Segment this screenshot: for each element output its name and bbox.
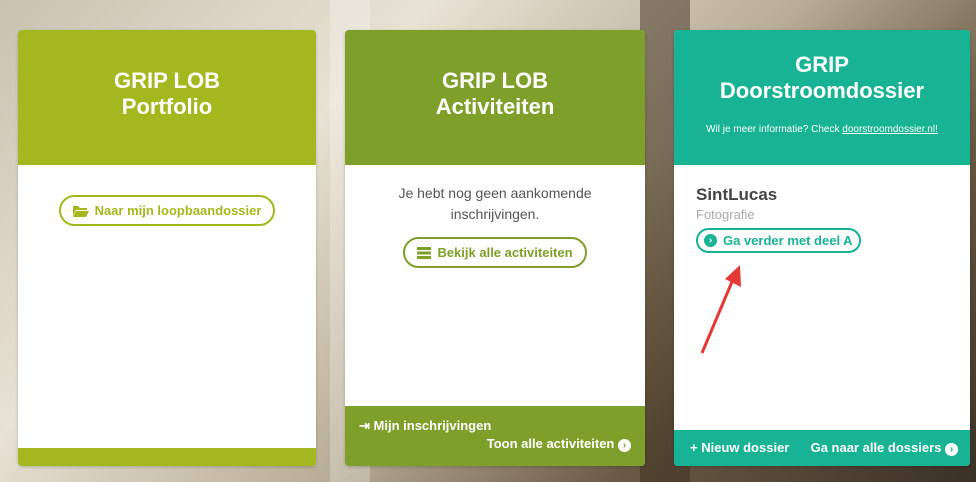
- ga-verder-label: Ga verder met deel A: [723, 233, 853, 248]
- bekijk-activiteiten-label: Bekijk alle activiteiten: [437, 245, 573, 260]
- doorstroom-card-footer: + Nieuw dossier Ga naar alle dossiers ›: [674, 430, 970, 466]
- doorstroomdossier-link[interactable]: doorstroomdossier.nl!: [842, 124, 938, 135]
- alle-dossiers-label: Ga naar alle dossiers: [810, 440, 942, 455]
- school-name: SintLucas: [696, 185, 778, 204]
- activiteiten-card-header: GRIP LOB Activiteiten: [345, 30, 645, 165]
- loopbaandossier-button-label: Naar mijn loopbaandossier: [94, 203, 262, 218]
- alle-dossiers-link[interactable]: Ga naar alle dossiers ›: [811, 440, 958, 466]
- doorstroom-info-text: Wil je meer informatie? Check: [706, 124, 843, 135]
- sign-in-icon: ⇥: [359, 418, 370, 433]
- doorstroom-info: Wil je meer informatie? Check doorstroom…: [674, 124, 970, 136]
- nieuw-dossier-label: Nieuw dossier: [701, 440, 790, 455]
- doorstroom-card: GRIP Doorstroomdossier Wil je meer infor…: [674, 30, 970, 466]
- nieuw-dossier-link[interactable]: + Nieuw dossier: [690, 440, 789, 466]
- activiteiten-card-footer: ⇥ Mijn inschrijvingen Toon alle activite…: [345, 406, 645, 466]
- activiteiten-title-line1: GRIP LOB: [442, 68, 548, 93]
- toon-alle-activiteiten-label: Toon alle activiteiten: [486, 436, 615, 451]
- portfolio-title-line2: Portfolio: [121, 94, 213, 119]
- loopbaandossier-button[interactable]: Naar mijn loopbaandossier: [58, 195, 276, 226]
- ga-verder-deel-a-button[interactable]: › Ga verder met deel A: [696, 228, 861, 253]
- mijn-inschrijvingen-link[interactable]: ⇥ Mijn inschrijvingen: [359, 418, 631, 434]
- portfolio-card-footer: [18, 448, 316, 466]
- mijn-inschrijvingen-label: Mijn inschrijvingen: [373, 418, 492, 433]
- list-icon: [417, 246, 432, 259]
- portfolio-card-body: Naar mijn loopbaandossier: [18, 165, 316, 226]
- doorstroom-title-line2: Doorstroomdossier: [719, 78, 925, 103]
- chevron-circle-right-icon: ›: [618, 439, 631, 452]
- toon-alle-activiteiten-link[interactable]: Toon alle activiteiten ›: [359, 436, 631, 452]
- activiteiten-card-body: Je hebt nog geen aankomende inschrijving…: [345, 165, 645, 268]
- doorstroom-card-header: GRIP Doorstroomdossier Wil je meer infor…: [674, 30, 970, 165]
- bekijk-activiteiten-button[interactable]: Bekijk alle activiteiten: [403, 237, 587, 268]
- no-registrations-text: Je hebt nog geen aankomende inschrijving…: [398, 185, 592, 222]
- plus-icon: +: [690, 440, 698, 455]
- doorstroom-card-body: SintLucas Fotografie › Ga verder met dee…: [674, 165, 970, 253]
- chevron-circle-right-icon: ›: [945, 443, 958, 456]
- red-arrow-annotation: [700, 265, 741, 354]
- activiteiten-title-line2: Activiteiten: [435, 94, 555, 119]
- activiteiten-card: GRIP LOB Activiteiten Je hebt nog geen a…: [345, 30, 645, 466]
- portfolio-title-line1: GRIP LOB: [114, 68, 220, 93]
- doorstroom-title-line1: GRIP: [795, 52, 849, 77]
- portfolio-card-header: GRIP LOB Portfolio: [18, 30, 316, 165]
- program-name: Fotografie: [696, 207, 755, 222]
- folder-open-icon: [72, 205, 89, 217]
- chevron-circle-right-icon: ›: [704, 234, 717, 247]
- portfolio-card: GRIP LOB Portfolio Naar mijn loopbaandos…: [18, 30, 316, 466]
